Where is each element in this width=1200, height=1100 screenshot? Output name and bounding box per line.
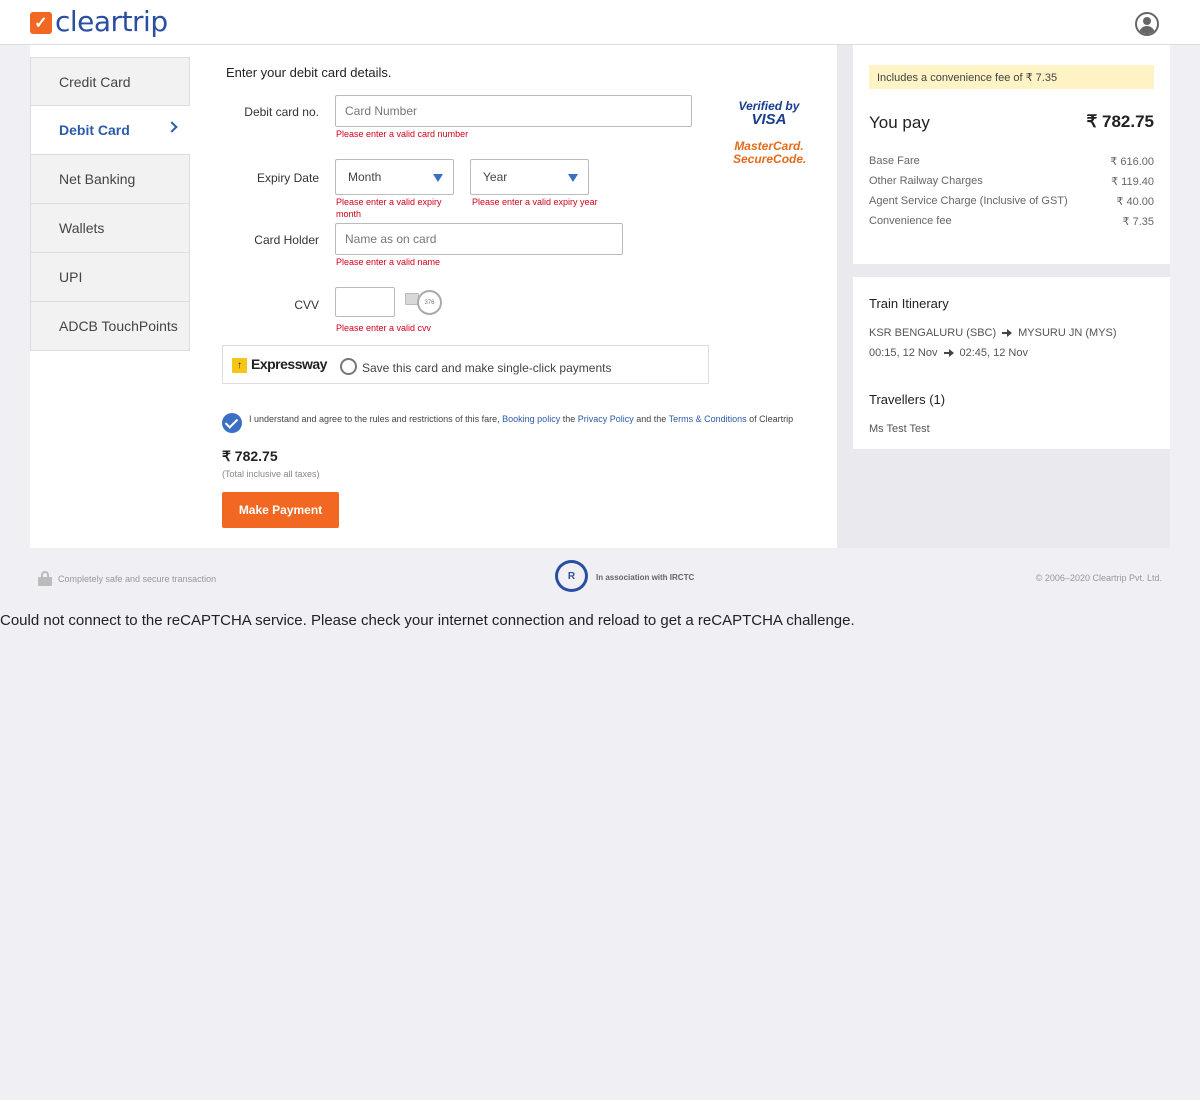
cvv-label: CVV	[294, 298, 319, 312]
terms-mid-2: and the	[633, 414, 669, 424]
card-number-error: Please enter a valid card number	[336, 129, 469, 139]
fare-row: Convenience fee ₹ 7.35	[869, 215, 1154, 235]
card-holder-label: Card Holder	[254, 233, 319, 247]
total-note: (Total inclusive all taxes)	[222, 469, 320, 479]
card-holder-input[interactable]: Name as on card	[335, 223, 623, 255]
lock-body	[38, 577, 52, 586]
to-station: MYSURU JN (MYS)	[1018, 327, 1117, 339]
verified-by-visa-logo: Verified by VISA	[737, 99, 801, 127]
user-icon[interactable]	[1135, 12, 1159, 36]
fare-value: ₹ 119.40	[1111, 176, 1154, 188]
tab-upi[interactable]: UPI	[30, 253, 190, 302]
save-card-radio[interactable]	[340, 358, 357, 375]
payment-method-tabs: Credit Card Debit Card Net Banking Walle…	[30, 57, 190, 351]
tab-label: UPI	[59, 269, 83, 285]
tab-wallets[interactable]: Wallets	[30, 204, 190, 253]
fare-label: Base Fare	[869, 155, 920, 167]
time-line: 00:15, 12 Nov 02:45, 12 Nov	[869, 347, 1028, 359]
visa-line-2: VISA	[751, 111, 787, 128]
irctc-logo: R	[555, 560, 588, 592]
chevron-right-icon	[166, 121, 178, 133]
fare-summary-panel: Includes a convenience fee of ₹ 7.35 You…	[853, 45, 1170, 264]
irctc-text: In association with IRCTC	[596, 573, 695, 582]
tab-adcb-touchpoints[interactable]: ADCB TouchPoints	[30, 302, 190, 351]
cvv-input[interactable]	[335, 287, 395, 317]
tab-label: ADCB TouchPoints	[59, 318, 178, 334]
expiry-year-select[interactable]: Year	[470, 159, 589, 195]
tab-debit-card[interactable]: Debit Card	[30, 106, 190, 155]
mastercard-securecode-logo: MasterCard. SecureCode.	[733, 140, 807, 166]
cleartrip-logo[interactable]: ✓ cleartrip	[30, 5, 168, 39]
privacy-policy-link[interactable]: Privacy Policy	[578, 414, 634, 424]
card-holder-error: Please enter a valid name	[336, 257, 441, 267]
year-value: Year	[483, 170, 508, 184]
month-value: Month	[348, 170, 382, 184]
terms-text: I understand and agree to the rules and …	[249, 413, 819, 425]
terms-conditions-link[interactable]: Terms & Conditions	[669, 414, 747, 424]
secure-transaction: Completely safe and secure transaction	[38, 571, 216, 586]
expressway-brand: Expressway	[251, 356, 327, 372]
month-error-line-1: Please enter a valid expiry	[336, 197, 442, 207]
top-header: ✓ cleartrip	[0, 0, 1200, 45]
depart-time: 00:15, 12 Nov	[869, 347, 938, 359]
you-pay-amount: ₹ 782.75	[1086, 112, 1154, 131]
fare-value: ₹ 616.00	[1110, 156, 1154, 168]
fare-label: Other Railway Charges	[869, 175, 983, 187]
user-icon-body	[1139, 26, 1155, 34]
tab-label: Net Banking	[59, 171, 136, 187]
terms-checkbox[interactable]	[222, 413, 242, 433]
arrow-right-icon	[1002, 329, 1013, 338]
cvv-hint-icon: 376	[417, 290, 442, 315]
tab-credit-card[interactable]: Credit Card	[30, 57, 190, 106]
itinerary-panel: Train Itinerary KSR BENGALURU (SBC) MYSUR…	[853, 277, 1170, 449]
logo-text: cleartrip	[55, 5, 168, 38]
travellers-title: Travellers (1)	[869, 392, 946, 407]
recaptcha-error-message: Could not connect to the reCAPTCHA servi…	[0, 612, 855, 629]
booking-policy-link[interactable]: Booking policy	[502, 414, 560, 424]
checkmark-icon: ✓	[30, 11, 52, 34]
fare-row: Other Railway Charges ₹ 119.40	[869, 175, 1154, 195]
tab-net-banking[interactable]: Net Banking	[30, 155, 190, 204]
card-number-label: Debit card no.	[244, 105, 319, 119]
from-station: KSR BENGALURU (SBC)	[869, 327, 997, 339]
year-error: Please enter a valid expiry year	[472, 197, 598, 207]
make-payment-button[interactable]: Make Payment	[222, 492, 339, 528]
traveller-name: Ms Test Test	[869, 423, 930, 435]
route-line: KSR BENGALURU (SBC) MYSURU JN (MYS)	[869, 327, 1117, 339]
expressway-icon: ↑	[232, 358, 247, 373]
copyright: © 2006–2020 Cleartrip Pvt. Ltd.	[1035, 573, 1162, 583]
terms-mid-1: the	[560, 414, 578, 424]
arrow-right-icon	[943, 349, 954, 358]
arrive-time: 02:45, 12 Nov	[959, 347, 1029, 359]
mastercard-line-2: SecureCode.	[733, 152, 807, 166]
fare-label: Convenience fee	[869, 215, 952, 227]
terms-prefix: I understand and agree to the rules and …	[249, 414, 503, 424]
form-title: Enter your debit card details.	[226, 65, 392, 80]
total-amount: ₹ 782.75	[222, 448, 278, 464]
save-card-label[interactable]: Save this card and make single-click pay…	[362, 361, 611, 375]
fare-row: Agent Service Charge (Inclusive of GST) …	[869, 195, 1154, 215]
expiry-month-select[interactable]: Month	[335, 159, 454, 195]
fare-value: ₹ 40.00	[1116, 196, 1154, 208]
month-error-line-2: month	[336, 209, 362, 219]
card-number-input[interactable]: Card Number	[335, 95, 692, 127]
dropdown-arrow-icon	[568, 174, 578, 182]
cvv-error: Please enter a valid cvv	[336, 323, 432, 333]
itinerary-title: Train Itinerary	[869, 296, 949, 311]
expressway-box: ↑ Expressway Save this card and make sin…	[222, 345, 709, 384]
tab-label: Credit Card	[59, 73, 131, 90]
expiry-date-label: Expiry Date	[256, 171, 319, 185]
terms-suffix: of Cleartrip	[746, 414, 794, 424]
secure-text: Completely safe and secure transaction	[58, 573, 217, 584]
fare-row: Base Fare ₹ 616.00	[869, 155, 1154, 175]
convenience-fee-note: Includes a convenience fee of ₹ 7.35	[869, 65, 1154, 89]
tab-label: Wallets	[59, 220, 105, 236]
fare-label: Agent Service Charge (Inclusive of GST)	[869, 195, 1068, 207]
lock-icon	[38, 571, 52, 586]
you-pay-label: You pay	[869, 113, 930, 132]
user-icon-head	[1143, 17, 1151, 25]
dropdown-arrow-icon	[433, 174, 443, 182]
fare-value: ₹ 7.35	[1122, 216, 1154, 228]
tab-label: Debit Card	[59, 122, 130, 138]
